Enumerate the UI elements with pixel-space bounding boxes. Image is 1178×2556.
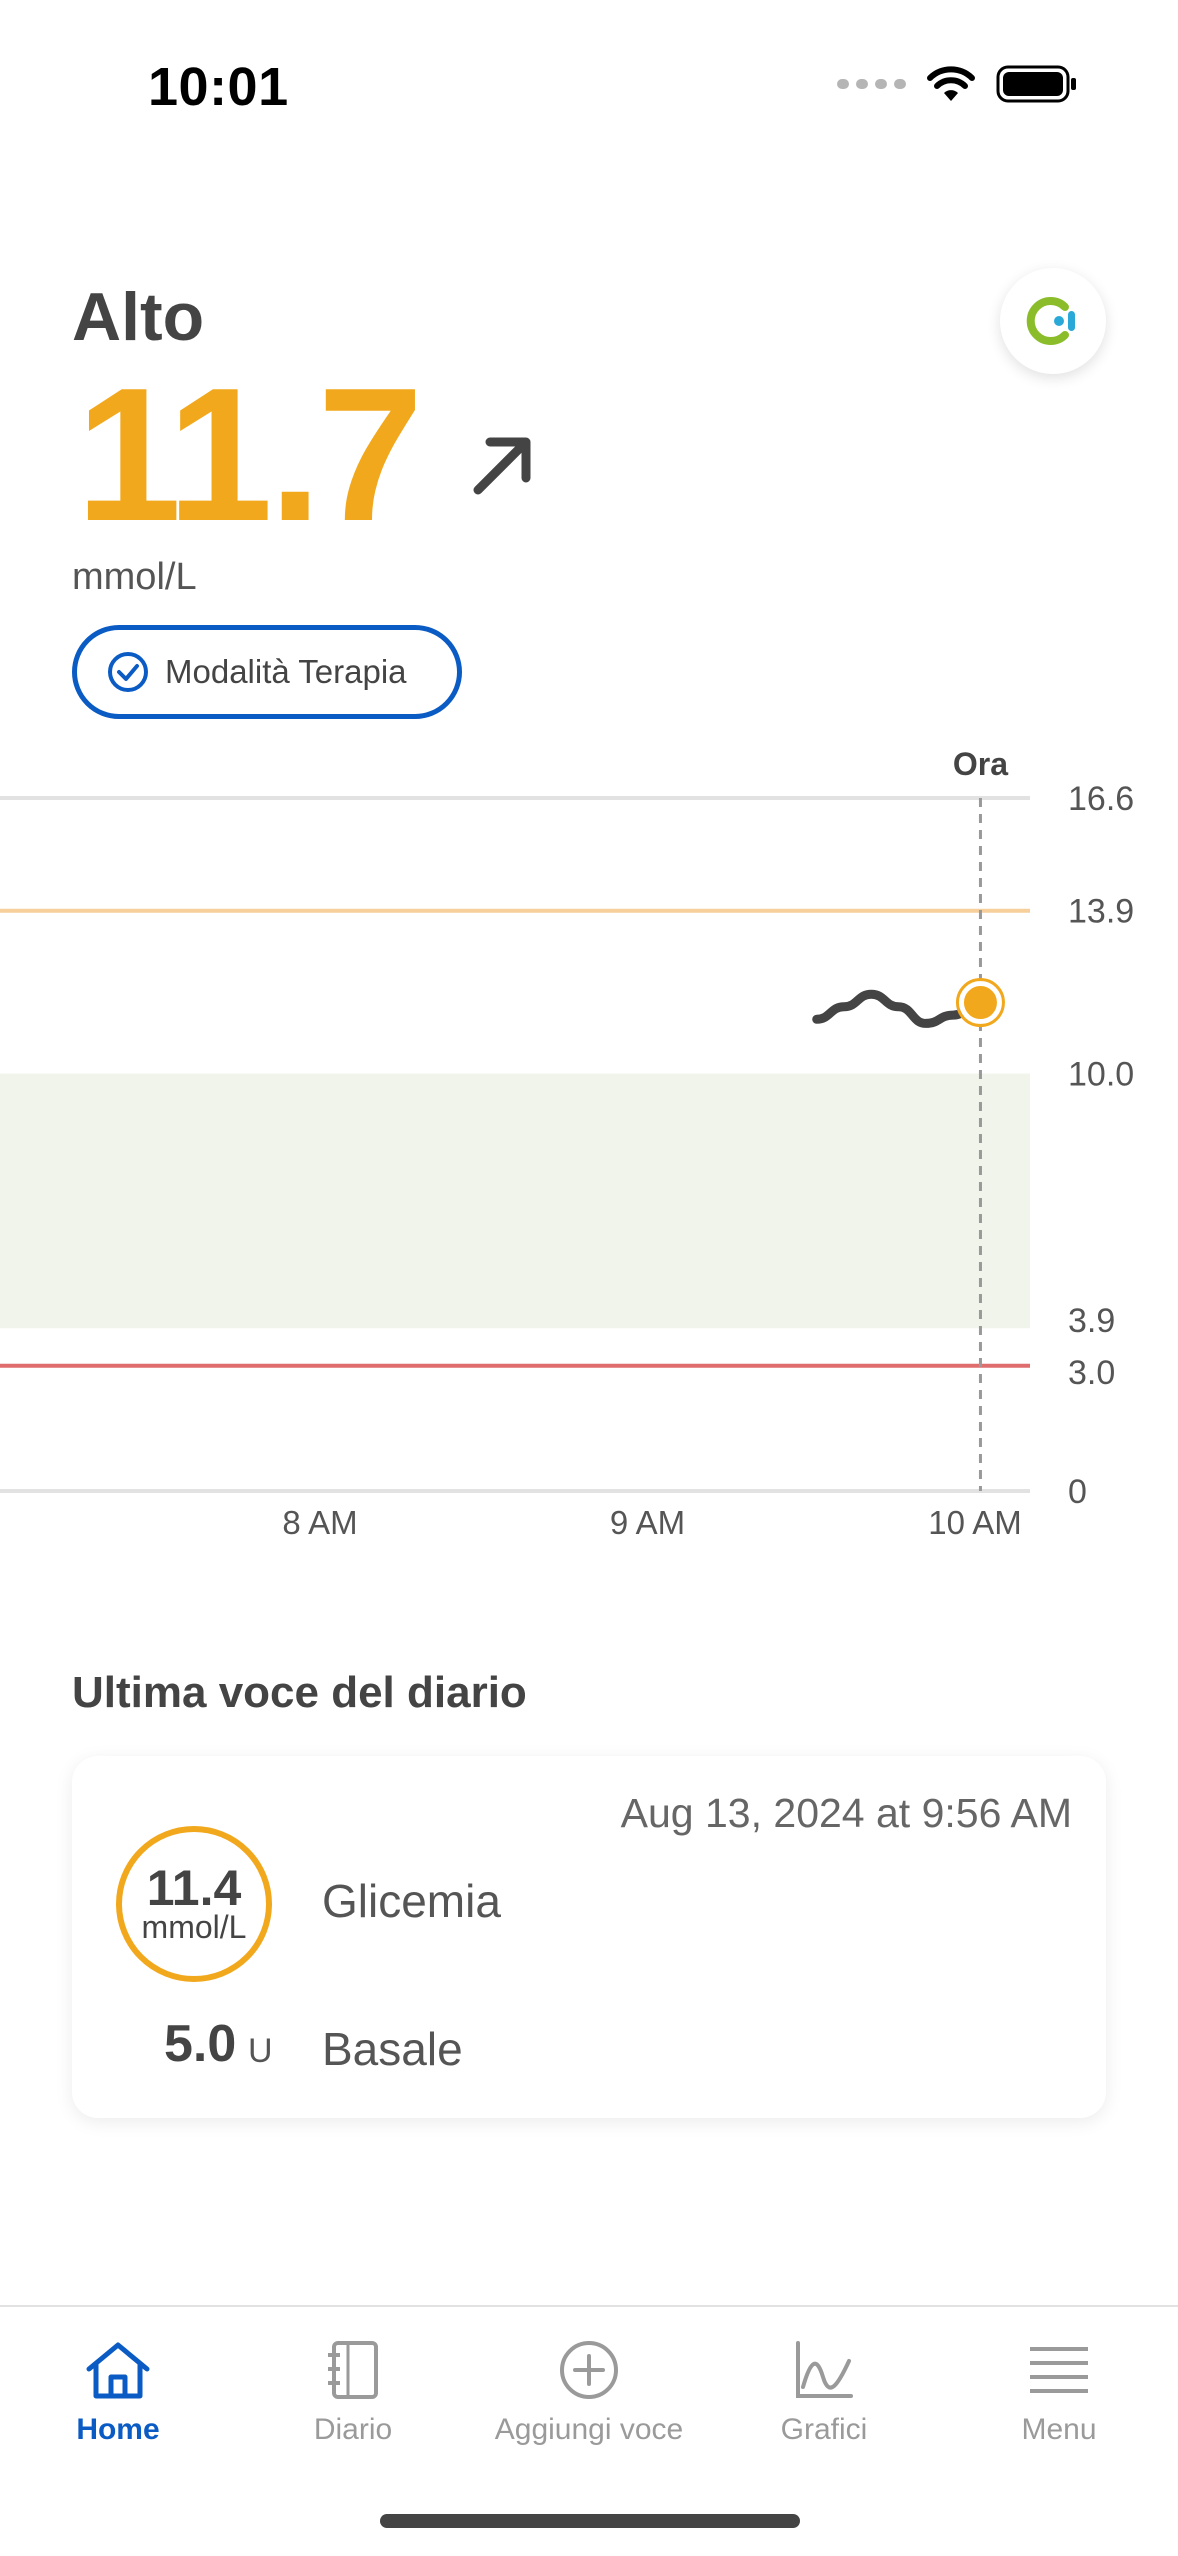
cgm-logo-icon <box>1026 297 1075 345</box>
home-icon <box>86 2342 150 2399</box>
x-axis-ticks: 8 AM 9 AM 10 AM <box>282 1504 1021 1541</box>
tab-charts-label: Grafici <box>780 2413 868 2446</box>
home-indicator <box>380 2514 800 2528</box>
add-circle-icon <box>560 2341 618 2399</box>
tab-menu-label: Menu <box>1021 2413 1097 2446</box>
diary-notebook-icon <box>328 2341 378 2399</box>
glucose-unit: mmol/L <box>72 556 197 598</box>
diary-glucose-unit: mmol/L <box>141 1908 247 1945</box>
tab-add-entry[interactable]: Aggiungi voce <box>479 2339 699 2447</box>
latest-diary-entry-card[interactable]: Aug 13, 2024 at 9:56 AM 11.4 mmol/L Glic… <box>72 1756 1106 2118</box>
tab-charts[interactable]: Grafici <box>714 2339 934 2447</box>
y-axis-ticks: 16.6 13.9 10.0 3.9 3.0 0 <box>1068 780 1134 1511</box>
y-tick-label: 3.0 <box>1068 1354 1115 1392</box>
tab-diary[interactable]: Diario <box>243 2339 463 2447</box>
status-time: 10:01 <box>148 57 289 117</box>
current-glucose-point[interactable] <box>958 981 1002 1025</box>
y-tick-label: 13.9 <box>1068 893 1134 931</box>
status-icons <box>837 64 1078 104</box>
diary-basal-label: Basale <box>322 2023 463 2075</box>
hamburger-menu-icon <box>1030 2347 1088 2393</box>
glucose-chart[interactable]: Ora 16.6 13.9 10.0 3.9 3.0 0 8 AM 9 AM 10 AM <box>0 730 1178 1570</box>
x-tick-label: 8 AM <box>282 1504 357 1541</box>
diary-glucose-value: 11.4 <box>146 1859 242 1916</box>
current-glucose-value: 11.7 <box>76 349 423 561</box>
tab-diary-label: Diario <box>313 2413 393 2446</box>
y-tick-label: 3.9 <box>1068 1302 1115 1340</box>
diary-section-title: Ultima voce del diario <box>72 1668 527 1717</box>
diary-basal-value: 5.0 <box>164 2015 237 2073</box>
tab-home-label: Home <box>76 2413 160 2446</box>
x-tick-label: 10 AM <box>928 1504 1022 1541</box>
cellular-signal-icon <box>837 79 906 89</box>
diary-entry-date: Aug 13, 2024 at 9:56 AM <box>620 1790 1072 1836</box>
wifi-icon <box>927 66 975 101</box>
glucose-reading-circle: 11.4 mmol/L <box>116 1826 272 1982</box>
now-label: Ora <box>953 746 1008 782</box>
diary-glucose-label: Glicemia <box>322 1875 501 1927</box>
tab-menu[interactable]: Menu <box>949 2339 1169 2447</box>
therapy-mode-badge[interactable]: Modalità Terapia <box>72 625 462 719</box>
glucose-status-label: Alto <box>72 279 205 355</box>
x-tick-label: 9 AM <box>610 1504 685 1541</box>
check-circle-icon <box>108 652 148 692</box>
tab-home[interactable]: Home <box>8 2339 228 2447</box>
glucose-trace-line <box>812 989 985 1028</box>
tab-add-entry-label: Aggiungi voce <box>494 2413 684 2446</box>
battery-icon <box>996 65 1076 103</box>
y-tick-label: 10.0 <box>1068 1056 1134 1094</box>
rising-arrow-icon <box>473 437 531 495</box>
therapy-mode-label: Modalità Terapia <box>165 653 407 690</box>
target-range-band <box>0 1073 1030 1329</box>
cgm-connection-button[interactable] <box>1000 268 1106 374</box>
chart-icon <box>796 2341 853 2398</box>
y-tick-label: 0 <box>1068 1473 1087 1511</box>
y-tick-label: 16.6 <box>1068 780 1134 818</box>
diary-basal-unit: U <box>248 2032 273 2070</box>
